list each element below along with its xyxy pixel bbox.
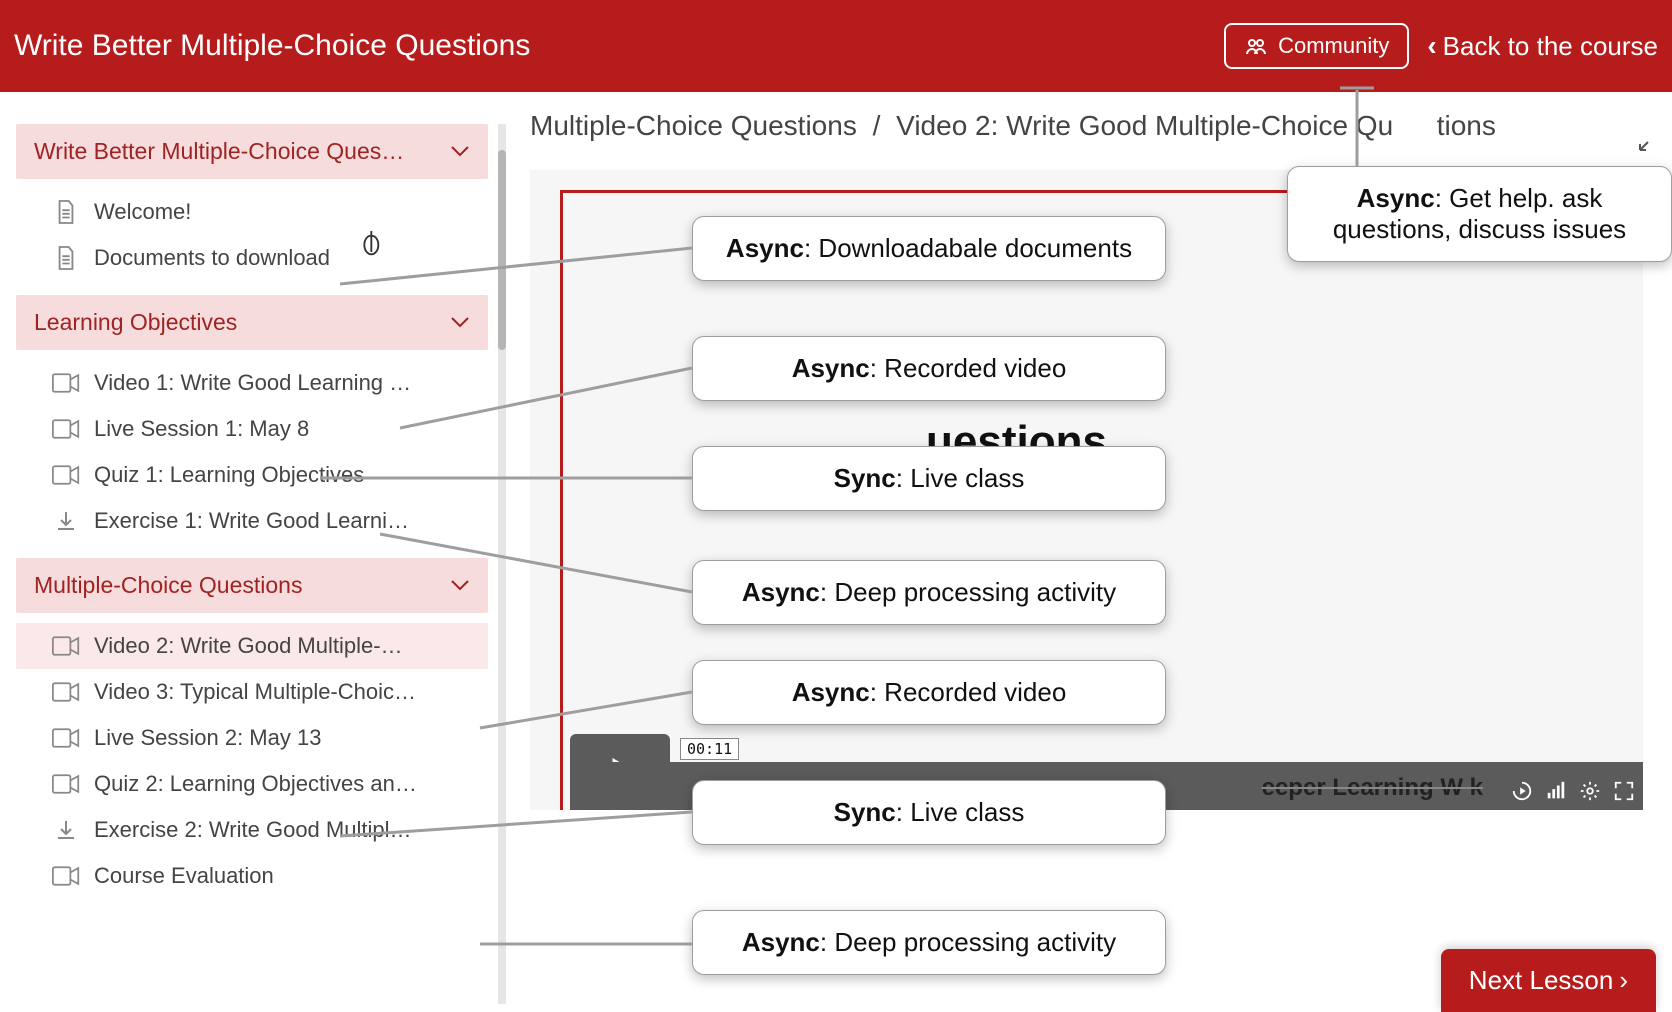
callout-live-class-2: Sync: Live class [692,780,1166,845]
expand-icon[interactable] [1636,130,1660,154]
sidebar-scrollbar-thumb[interactable] [498,150,506,350]
fullscreen-icon[interactable] [1613,780,1635,802]
volume-bars-icon[interactable] [1545,780,1567,802]
callout-deep-processing-1: Async: Deep processing activity [692,560,1166,625]
lesson-item[interactable]: Exercise 2: Write Good Multipl… [16,807,488,853]
breadcrumb: Multiple-Choice Questions / Video 2: Wri… [530,110,1496,142]
video-icon [52,465,80,485]
section-header-0[interactable]: Write Better Multiple-Choice Ques… [16,124,488,179]
lesson-label: Video 2: Write Good Multiple-… [94,633,403,659]
lesson-item[interactable]: Video 1: Write Good Learning … [16,360,488,406]
lesson-item[interactable]: Quiz 1: Learning Objectives [16,452,488,498]
section-header-1[interactable]: Learning Objectives [16,295,488,350]
callout-deep-processing-2: Async: Deep processing activity [692,910,1166,975]
callout-community: Async: Get help. ask questions, discuss … [1287,166,1672,262]
lesson-item[interactable]: Welcome! [16,189,488,235]
lesson-label: Video 1: Write Good Learning … [94,370,411,396]
chevron-right-icon: › [1619,965,1628,996]
community-button[interactable]: Community [1224,23,1409,69]
section-title: Multiple-Choice Questions [34,572,302,599]
page-title: Write Better Multiple-Choice Questions [14,29,1224,63]
breadcrumb-current-part1: Video 2: Write Good Multiple-Choice Qu [896,110,1393,141]
lesson-label: Live Session 1: May 8 [94,416,309,442]
deeper-learning-text: eeper Learning W k [1262,774,1483,802]
community-icon [1244,34,1268,58]
lesson-label: Exercise 2: Write Good Multipl… [94,817,411,843]
video-icon [52,682,80,702]
breadcrumb-parent[interactable]: Multiple-Choice Questions [530,110,857,141]
section-title: Learning Objectives [34,309,237,336]
lesson-item[interactable]: Quiz 2: Learning Objectives an… [16,761,488,807]
chevron-down-icon [450,138,470,165]
section-title: Write Better Multiple-Choice Ques… [34,138,404,165]
chevron-down-icon [450,309,470,336]
playback-speed-icon[interactable] [1511,780,1533,802]
callout-downloadable-docs: Async: Downloadabale documents [692,216,1166,281]
lesson-label: Quiz 2: Learning Objectives an… [94,771,417,797]
video-timecode: 00:11 [680,738,739,760]
video-icon [52,866,80,886]
video-icon [52,774,80,794]
lesson-label: Live Session 2: May 13 [94,725,321,751]
download-icon [52,818,80,842]
lesson-label: Video 3: Typical Multiple-Choic… [94,679,416,705]
next-lesson-label: Next Lesson [1469,965,1614,996]
lesson-item[interactable]: Live Session 2: May 13 [16,715,488,761]
top-bar: Write Better Multiple-Choice Questions C… [0,0,1672,92]
lesson-item[interactable]: Live Session 1: May 8 [16,406,488,452]
lesson-item[interactable]: Course Evaluation [16,853,488,899]
chevron-left-icon: ‹ [1427,30,1436,62]
lesson-item[interactable]: Video 2: Write Good Multiple-… [16,623,488,669]
callout-recorded-video-1: Async: Recorded video [692,336,1166,401]
sidebar-scrollbar-track[interactable] [498,124,506,1004]
video-icon [52,419,80,439]
breadcrumb-current-part2: tions [1437,110,1496,141]
back-link-label: Back to the course [1443,31,1658,62]
video-icon [52,728,80,748]
back-to-course-link[interactable]: ‹ Back to the course [1427,30,1658,62]
lesson-label: Course Evaluation [94,863,274,889]
lesson-label: Documents to download [94,245,330,271]
callout-recorded-video-2: Async: Recorded video [692,660,1166,725]
callout-live-class-1: Sync: Live class [692,446,1166,511]
lesson-item[interactable]: Documents to download [16,235,488,281]
community-button-label: Community [1278,33,1389,59]
settings-gear-icon[interactable] [1579,780,1601,802]
next-lesson-button[interactable]: Next Lesson › [1441,949,1656,1012]
lesson-label: Welcome! [94,199,191,225]
section-header-2[interactable]: Multiple-Choice Questions [16,558,488,613]
video-icon [52,373,80,393]
video-icon [52,636,80,656]
breadcrumb-separator: / [873,110,881,141]
lesson-item[interactable]: Video 3: Typical Multiple-Choic… [16,669,488,715]
sidebar: Write Better Multiple-Choice Ques… Welcom… [16,124,488,913]
download-icon [52,509,80,533]
document-icon [52,245,80,271]
lesson-item[interactable]: Exercise 1: Write Good Learni… [16,498,488,544]
video-player-controls [1511,780,1635,802]
chevron-down-icon [450,572,470,599]
lesson-label: Exercise 1: Write Good Learni… [94,508,409,534]
lesson-label: Quiz 1: Learning Objectives [94,462,364,488]
document-icon [52,199,80,225]
